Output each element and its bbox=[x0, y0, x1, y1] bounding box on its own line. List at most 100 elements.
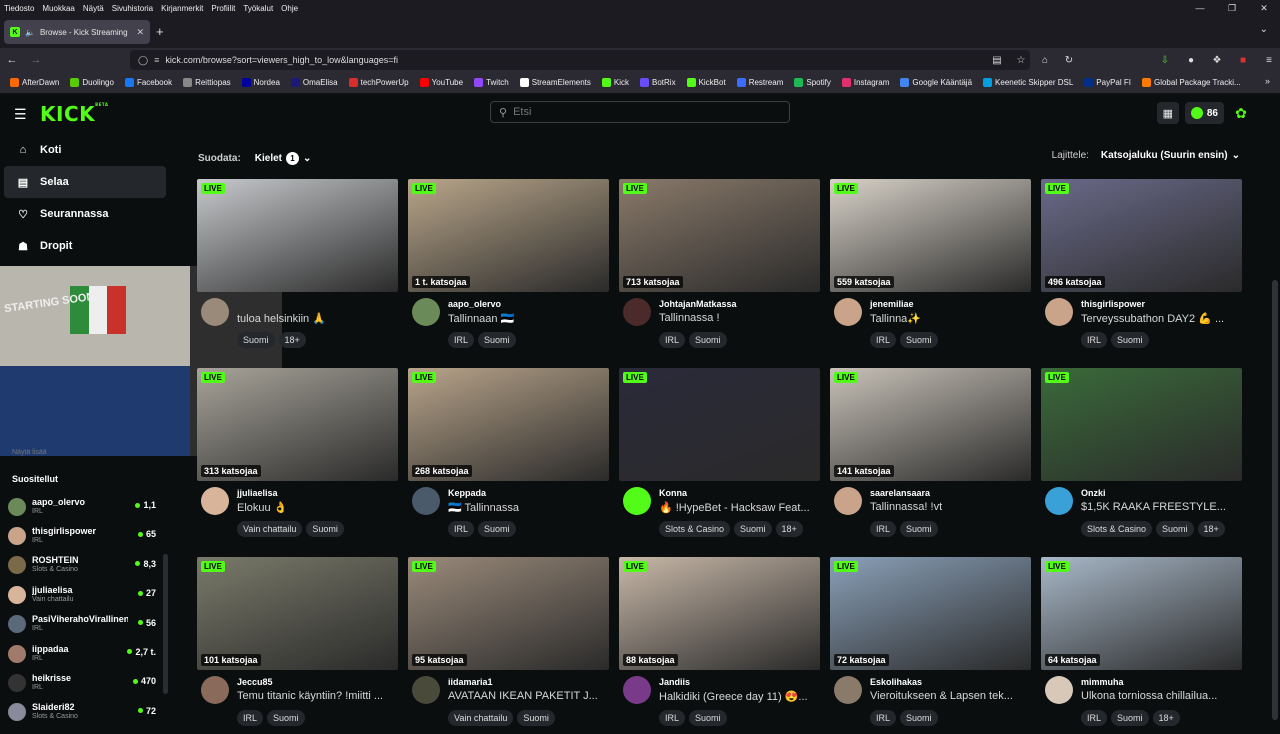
minimize-icon[interactable]: — bbox=[1184, 0, 1216, 16]
stream-card[interactable]: LIVE 141 katsojaa saarelansaara Tallinnassa… bbox=[830, 368, 1031, 545]
stream-tag[interactable]: 18+ bbox=[1197, 521, 1225, 537]
stream-tag[interactable]: Vain chattailu bbox=[237, 521, 303, 537]
stream-tag[interactable]: IRL bbox=[659, 710, 686, 726]
stream-title[interactable]: Vieroitukseen & Lapsen tek... bbox=[870, 690, 1030, 702]
stream-title[interactable]: Tallinnassa! !vt bbox=[870, 501, 1030, 513]
url-text[interactable]: kick.com/browse?sort=viewers_high_to_low… bbox=[165, 55, 398, 65]
stream-thumbnail[interactable]: LIVE 559 katsojaa bbox=[830, 179, 1031, 292]
stream-card[interactable]: LIVE tuloa helsinkiin 🙏 Suomi 18+ bbox=[197, 179, 398, 356]
stream-tag[interactable]: Slots & Casino bbox=[1081, 521, 1153, 537]
stream-thumbnail[interactable]: LIVE bbox=[197, 179, 398, 292]
menu-item[interactable]: Kirjanmerkit bbox=[161, 4, 203, 13]
kicks-balance-button[interactable]: 86 bbox=[1184, 102, 1224, 124]
stream-thumbnail[interactable]: LIVE bbox=[1041, 368, 1242, 481]
close-tab-icon[interactable]: ✕ bbox=[136, 27, 144, 38]
streamer-name[interactable]: Eskolihakas bbox=[870, 677, 922, 687]
stream-thumbnail[interactable]: LIVE 268 katsojaa bbox=[408, 368, 609, 481]
bookmark-item[interactable]: Reittiopas bbox=[183, 78, 231, 87]
nav-item-seurannassa[interactable]: ♡ Seurannassa bbox=[4, 198, 166, 230]
stream-tag[interactable]: Suomi bbox=[689, 710, 727, 726]
nav-item-dropit[interactable]: ☗ Dropit bbox=[4, 230, 166, 262]
menu-icon[interactable]: ≡ bbox=[1258, 50, 1280, 70]
bookmark-item[interactable]: OmaElisa bbox=[290, 78, 338, 87]
bookmark-item[interactable]: BotRix bbox=[640, 78, 676, 87]
stream-title[interactable]: Tallinnaan 🇪🇪 bbox=[448, 312, 608, 325]
streamer-name[interactable]: iidamaria1 bbox=[448, 677, 493, 687]
streamer-avatar[interactable] bbox=[623, 298, 651, 326]
stream-title[interactable]: tuloa helsinkiin 🙏 bbox=[237, 312, 397, 325]
nav-item-koti[interactable]: ⌂ Koti bbox=[4, 134, 166, 166]
bookmark-item[interactable]: Facebook bbox=[124, 78, 172, 87]
streamer-avatar[interactable] bbox=[834, 487, 862, 515]
stream-tag[interactable]: IRL bbox=[1081, 332, 1108, 348]
downloads-icon[interactable]: ⇩ bbox=[1154, 50, 1176, 70]
streamer-avatar[interactable] bbox=[623, 676, 651, 704]
streamer-avatar[interactable] bbox=[412, 487, 440, 515]
stream-tag[interactable]: Suomi bbox=[267, 710, 305, 726]
bookmark-item[interactable]: KickBot bbox=[686, 78, 726, 87]
streamer-avatar[interactable] bbox=[201, 676, 229, 704]
menu-item[interactable]: Sivuhistoria bbox=[112, 4, 153, 13]
search-box[interactable]: ⚲ bbox=[490, 101, 790, 123]
streamer-avatar[interactable] bbox=[834, 676, 862, 704]
streamer-avatar[interactable] bbox=[201, 487, 229, 515]
streamer-name[interactable]: thisgirlispower bbox=[1081, 299, 1145, 309]
streamer-name[interactable]: mimmuha bbox=[1081, 677, 1124, 687]
restore-icon[interactable]: ❐ bbox=[1216, 0, 1248, 16]
forward-icon[interactable]: → bbox=[24, 54, 48, 66]
layout-icon[interactable]: ▦ bbox=[1156, 102, 1179, 124]
bookmark-item[interactable]: Duolingo bbox=[70, 78, 114, 87]
menu-item[interactable]: Ohje bbox=[281, 4, 298, 13]
recommended-channel[interactable]: PasiViherahoVirallinen IRL 56 bbox=[8, 610, 156, 639]
streamer-avatar[interactable] bbox=[1045, 676, 1073, 704]
stream-tag[interactable]: Suomi bbox=[1111, 710, 1149, 726]
sidebar-toggle-icon[interactable]: ☰ bbox=[14, 106, 27, 123]
stream-tag[interactable]: 18+ bbox=[775, 521, 803, 537]
stream-card[interactable]: LIVE 496 katsojaa thisgirlispower Terveyssu… bbox=[1041, 179, 1242, 356]
stream-card[interactable]: LIVE 64 katsojaa mimmuha Ulkona torniossa c… bbox=[1041, 557, 1242, 734]
stream-thumbnail[interactable]: LIVE 88 katsojaa bbox=[619, 557, 820, 670]
stream-card[interactable]: LIVE 713 katsojaa JohtajanMatkassa Tallinna… bbox=[619, 179, 820, 356]
reload-icon[interactable]: ↻ bbox=[1058, 50, 1080, 70]
stream-tag[interactable]: Suomi bbox=[306, 521, 344, 537]
stream-tag[interactable]: IRL bbox=[448, 332, 475, 348]
recommended-channel[interactable]: Slaideri82 Slots & Casino 72 bbox=[8, 698, 156, 727]
stream-tag[interactable]: Suomi bbox=[1156, 521, 1194, 537]
streamer-name[interactable]: jjuliaelisa bbox=[237, 488, 278, 498]
stream-title[interactable]: Tallinnassa ! bbox=[659, 312, 819, 324]
stream-tag[interactable]: Suomi bbox=[237, 332, 275, 348]
permissions-icon[interactable]: ≡ bbox=[154, 55, 159, 65]
stream-thumbnail[interactable]: LIVE 496 katsojaa bbox=[1041, 179, 1242, 292]
list-tabs-icon[interactable]: ⌄ bbox=[1260, 24, 1268, 35]
streamer-name[interactable]: Onzki bbox=[1081, 488, 1106, 498]
bookmark-item[interactable]: YouTube bbox=[419, 78, 463, 87]
stream-card[interactable]: LIVE 101 katsojaa Jeccu85 Temu titanic käyn… bbox=[197, 557, 398, 734]
close-window-icon[interactable]: ✕ bbox=[1248, 0, 1280, 16]
bookmark-item[interactable]: Restream bbox=[736, 78, 783, 87]
stream-title[interactable]: AVATAAN IKEAN PAKETIT J... bbox=[448, 690, 608, 702]
sort-dropdown[interactable]: Katsojaluku (Suurin ensin) ⌄ bbox=[1101, 150, 1240, 161]
reader-mode-icon[interactable]: ▤ bbox=[986, 50, 1008, 70]
stream-thumbnail[interactable]: LIVE 72 katsojaa bbox=[830, 557, 1031, 670]
stream-tag[interactable]: Suomi bbox=[517, 710, 555, 726]
stream-title[interactable]: Halkidiki (Greece day 11) 😍... bbox=[659, 690, 819, 703]
addon-icon[interactable]: ■ bbox=[1232, 50, 1254, 70]
bookmark-item[interactable]: AfterDawn bbox=[10, 78, 59, 87]
streamer-name[interactable]: JohtajanMatkassa bbox=[659, 299, 737, 309]
stream-title[interactable]: 🔥 !HypeBet - Hacksaw Feat... bbox=[659, 501, 819, 514]
stream-tag[interactable]: Suomi bbox=[1111, 332, 1149, 348]
stream-tag[interactable]: IRL bbox=[448, 521, 475, 537]
stream-thumbnail[interactable]: LIVE 313 katsojaa bbox=[197, 368, 398, 481]
stream-tag[interactable]: Vain chattailu bbox=[448, 710, 514, 726]
shield-icon[interactable]: ◯ bbox=[138, 55, 148, 66]
recommended-channel[interactable]: aapo_olervo IRL 1,1 bbox=[8, 492, 156, 521]
bookmark-item[interactable]: techPowerUp bbox=[348, 78, 409, 87]
stream-card[interactable]: LIVE Onzki $1,5K RAAKA FREESTYLE... Slots &… bbox=[1041, 368, 1242, 545]
stream-thumbnail[interactable]: LIVE 1 t. katsojaa bbox=[408, 179, 609, 292]
bookmark-item[interactable]: StreamElements bbox=[519, 78, 591, 87]
stream-tag[interactable]: IRL bbox=[870, 332, 897, 348]
streamer-avatar[interactable] bbox=[623, 487, 651, 515]
bookmark-item[interactable]: Keenetic Skipper DSL bbox=[983, 78, 1073, 87]
bookmark-star-icon[interactable]: ☆ bbox=[1010, 50, 1032, 70]
stream-thumbnail[interactable]: LIVE 101 katsojaa bbox=[197, 557, 398, 670]
